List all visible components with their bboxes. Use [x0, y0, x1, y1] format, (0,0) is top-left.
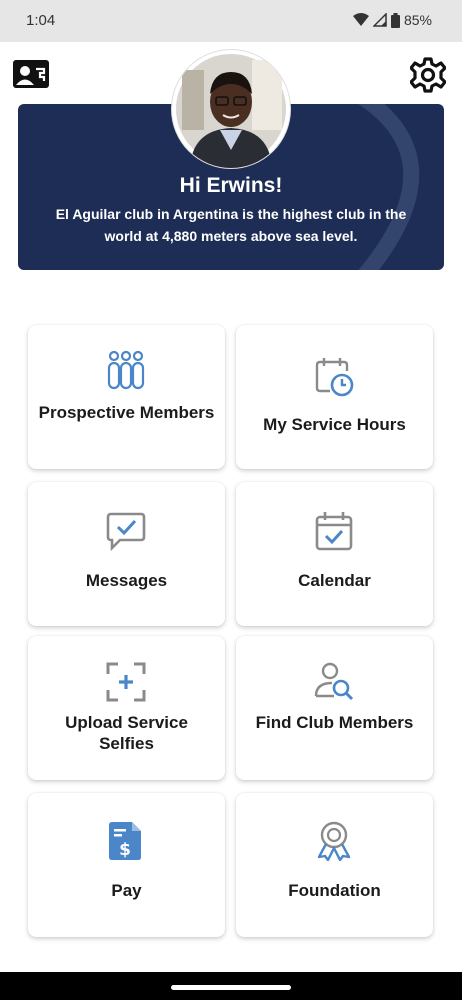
tile-label: Messages: [85, 571, 168, 590]
tile-pay[interactable]: $ Pay: [28, 793, 225, 937]
tile-upload-service-selfies[interactable]: Upload Service Selfies: [28, 636, 225, 780]
tile-label: My Service Hours: [263, 415, 406, 434]
tile-find-club-members[interactable]: Find Club Members: [236, 636, 433, 780]
tile-label: Pay: [111, 881, 142, 900]
home-gesture-handle[interactable]: [171, 985, 291, 990]
camera-frame-plus-icon: [106, 662, 146, 702]
award-ribbon-icon: [317, 821, 351, 861]
battery-icon: [390, 12, 400, 28]
signal-icon: [372, 13, 387, 27]
club-fact-text: El Aguilar club in Argentina is the high…: [55, 206, 407, 244]
people-group-icon: [107, 350, 145, 390]
tile-my-service-hours[interactable]: My Service Hours: [236, 325, 433, 469]
tile-label: Calendar: [298, 571, 371, 590]
user-search-icon: [314, 662, 354, 701]
tile-label: Find Club Members: [255, 713, 414, 732]
tile-prospective-members[interactable]: Prospective Members: [28, 325, 225, 469]
greeting-text: Hi Erwins!: [179, 174, 283, 197]
status-time: 1:04: [26, 12, 56, 29]
tile-messages[interactable]: Messages: [28, 482, 225, 626]
contact-card-icon[interactable]: [13, 60, 49, 88]
avatar[interactable]: [172, 50, 290, 168]
tile-label: Prospective Members: [38, 403, 215, 422]
tile-foundation[interactable]: Foundation: [236, 793, 433, 937]
tile-calendar[interactable]: Calendar: [236, 482, 433, 626]
wifi-icon: [352, 13, 369, 26]
message-check-icon: [106, 512, 146, 551]
calendar-check-icon: [315, 512, 353, 551]
dollar-document-icon: $: [109, 822, 141, 860]
svg-text:$: $: [119, 840, 131, 860]
battery-percent: 85%: [403, 12, 432, 28]
tile-label: Foundation: [288, 881, 381, 900]
tile-label: Upload Service Selfies: [65, 713, 188, 753]
clock-calendar-icon: [315, 358, 354, 397]
status-icons: 85%: [352, 12, 432, 28]
gear-icon[interactable]: [410, 57, 446, 93]
status-bar: 1:04 85%: [0, 0, 462, 42]
